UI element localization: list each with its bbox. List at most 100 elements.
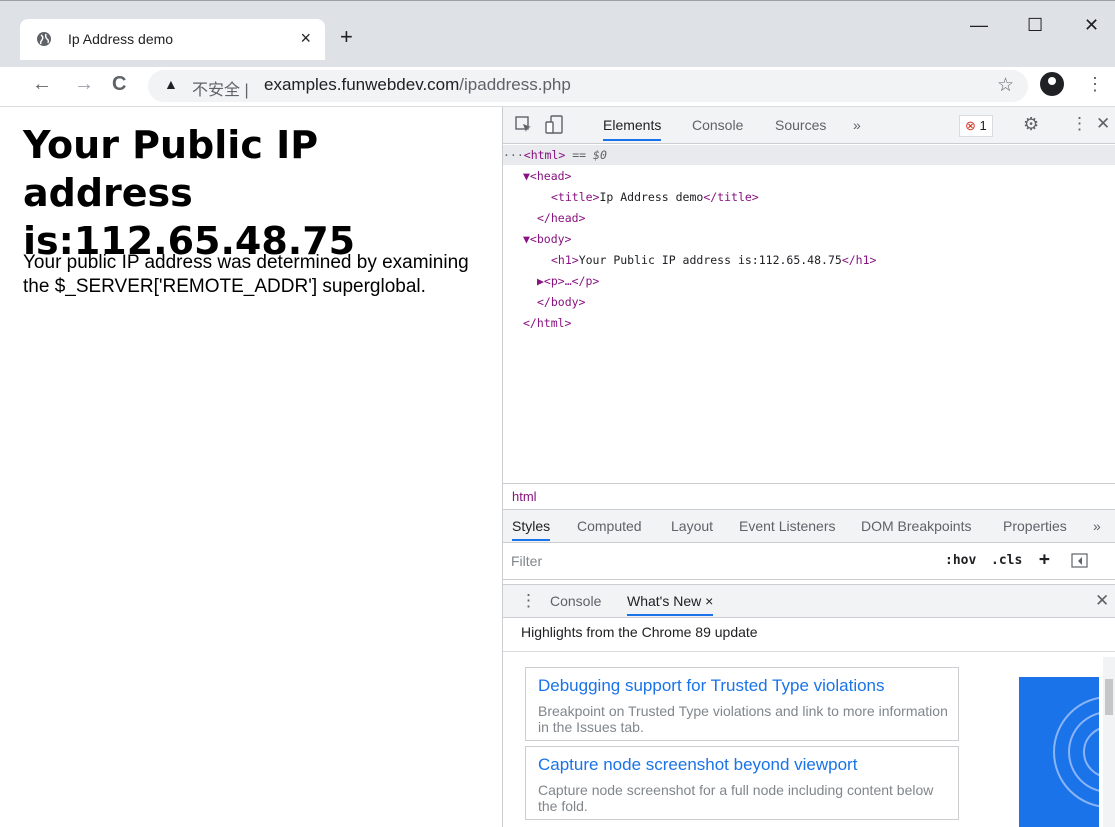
subtab-styles[interactable]: Styles <box>512 518 551 541</box>
dom-tag: ▼<head> <box>523 169 572 183</box>
dom-line-body[interactable]: ▼<body> <box>523 229 571 249</box>
address-bar[interactable]: ▲ 不安全 | examples.funwebdev.com/ipaddress… <box>148 70 1028 102</box>
more-subtabs-icon[interactable]: » <box>1093 518 1101 534</box>
toggle-sidebar-icon[interactable] <box>1071 553 1089 569</box>
warning-icon[interactable]: ▲ <box>164 76 178 92</box>
highlights-heading: Highlights from the Chrome 89 update <box>521 624 758 640</box>
drawer-tabbar: ⋮ Console What's New × ✕ <box>503 584 1115 618</box>
drawer-menu-icon[interactable]: ⋮ <box>520 591 537 611</box>
tab-elements[interactable]: Elements <box>603 117 662 141</box>
promo-graphic <box>1019 677 1099 827</box>
error-count-badge[interactable]: ⊗ 1 <box>959 115 993 137</box>
dom-line-head-close[interactable]: </head> <box>537 208 585 228</box>
browser-toolbar: ← → C ▲ 不安全 | examples.funwebdev.com/ipa… <box>0 67 1115 107</box>
error-count: 1 <box>979 118 987 133</box>
drawer-close-icon[interactable]: ✕ <box>1095 591 1109 611</box>
subtab-computed[interactable]: Computed <box>577 518 642 534</box>
tab-title: Ip Address demo <box>68 31 174 47</box>
dom-tag: </h1> <box>841 253 877 267</box>
tab-sources[interactable]: Sources <box>775 117 826 133</box>
feature-card-title[interactable]: Capture node screenshot beyond viewport <box>538 755 857 775</box>
cls-toggle[interactable]: .cls <box>991 553 1022 568</box>
breadcrumb-html[interactable]: html <box>512 489 537 504</box>
inspect-element-icon[interactable] <box>515 116 533 134</box>
page-paragraph: Your public IP address was determined by… <box>23 252 469 297</box>
dom-tag: ▶<p>…</p> <box>537 274 600 288</box>
tab-close-icon[interactable]: × <box>300 28 311 49</box>
devtools-close-icon[interactable]: ✕ <box>1096 114 1110 134</box>
dom-selected-marker: == $0 <box>565 148 607 162</box>
subtab-dom-breakpoints[interactable]: DOM Breakpoints <box>861 518 971 534</box>
new-style-rule-icon[interactable]: + <box>1039 549 1050 570</box>
dom-text: Ip Address demo <box>599 190 704 204</box>
feature-card[interactable]: Capture node screenshot beyond viewport … <box>525 746 959 820</box>
dom-line-h1[interactable]: <h1>Your Public IP address is:112.65.48.… <box>551 250 876 270</box>
divider <box>503 651 1115 652</box>
drawer-scrollbar[interactable] <box>1103 657 1115 827</box>
styles-filter-bar: Filter :hov .cls + <box>503 543 1115 580</box>
hov-toggle[interactable]: :hov <box>945 553 976 568</box>
new-tab-button[interactable]: + <box>340 26 353 48</box>
browser-window: Ip Address demo × + — ☐ ✕ ← → C ▲ 不安全 | … <box>0 0 1115 827</box>
devtools-panel: Elements Console Sources » ⊗ 1 ⚙ ⋮ ✕ ···… <box>502 107 1115 827</box>
dom-line-title[interactable]: <title>Ip Address demo</title> <box>551 187 759 207</box>
feature-card[interactable]: Debugging support for Trusted Type viola… <box>525 667 959 741</box>
devtools-menu-icon[interactable]: ⋮ <box>1071 114 1088 134</box>
dom-tag: <title> <box>551 190 600 204</box>
browser-menu-icon[interactable]: ⋮ <box>1086 74 1104 95</box>
dom-line-head[interactable]: ▼<head> <box>523 166 571 186</box>
tab-strip: Ip Address demo × + — ☐ ✕ <box>0 0 1115 68</box>
maximize-button[interactable]: ☐ <box>1027 15 1043 36</box>
drawer-tab-console[interactable]: Console <box>550 593 601 609</box>
dom-line-html-close[interactable]: </html> <box>523 313 571 333</box>
tab-console[interactable]: Console <box>692 117 743 133</box>
dom-line-html[interactable]: ···<html> == $0 <box>503 145 1115 165</box>
dom-tree: ···<html> == $0 ▼<head> <title>Ip Addres… <box>503 144 1115 479</box>
settings-gear-icon[interactable]: ⚙ <box>1023 114 1039 135</box>
drawer-tab-close-icon[interactable]: × <box>705 593 713 609</box>
subtab-layout[interactable]: Layout <box>671 518 713 534</box>
drawer-tab-whats-new-label: What's New <box>627 593 702 609</box>
styles-subtabs: Styles Computed Layout Event Listeners D… <box>503 509 1115 543</box>
breadcrumb: html <box>503 483 1115 509</box>
dom-tag: </html> <box>523 316 572 330</box>
dom-line-body-close[interactable]: </body> <box>537 292 585 312</box>
dom-tag: <html> <box>523 148 566 162</box>
forward-button[interactable]: → <box>74 73 94 96</box>
drawer-tab-whats-new[interactable]: What's New × <box>627 593 714 616</box>
devtools-tabbar: Elements Console Sources » ⊗ 1 ⚙ ⋮ ✕ <box>503 107 1115 144</box>
page-viewport: Your Public IP address is:112.65.48.75 Y… <box>0 107 502 827</box>
device-toolbar-icon[interactable] <box>545 115 565 135</box>
dom-line-p[interactable]: ▶<p>…</p> <box>537 271 599 291</box>
minimize-button[interactable]: — <box>970 15 988 36</box>
close-window-button[interactable]: ✕ <box>1084 15 1099 36</box>
filter-input[interactable]: Filter <box>511 553 542 569</box>
dom-tag: </body> <box>537 295 586 309</box>
feature-card-title[interactable]: Debugging support for Trusted Type viola… <box>538 676 885 696</box>
insecure-label: 不安全 | <box>192 82 249 99</box>
browser-tab[interactable]: Ip Address demo × <box>20 19 325 60</box>
error-icon: ⊗ <box>965 118 976 133</box>
scrollbar-thumb[interactable] <box>1105 679 1113 715</box>
globe-icon <box>37 32 51 46</box>
dom-ellipsis: ··· <box>503 148 524 162</box>
dom-tag: </title> <box>703 190 759 204</box>
url-path: /ipaddress.php <box>459 75 571 94</box>
subtab-event-listeners[interactable]: Event Listeners <box>739 518 836 534</box>
feature-card-desc: Capture node screenshot for a full node … <box>538 782 934 814</box>
reload-button[interactable]: C <box>112 73 126 96</box>
feature-card-desc: Breakpoint on Trusted Type violations an… <box>538 703 948 735</box>
dom-text: Your Public IP address is:112.65.48.75 <box>578 253 842 267</box>
url-host: examples.funwebdev.com <box>264 75 460 94</box>
profile-avatar-icon[interactable] <box>1040 72 1064 96</box>
more-tabs-icon[interactable]: » <box>853 117 861 133</box>
url-text[interactable]: examples.funwebdev.com/ipaddress.php <box>264 75 571 95</box>
dom-tag: ▼<body> <box>523 232 572 246</box>
promo-circles-icon <box>1053 696 1099 808</box>
page-heading: Your Public IP address is:112.65.48.75 <box>23 123 356 263</box>
back-button[interactable]: ← <box>32 73 52 96</box>
subtab-properties[interactable]: Properties <box>1003 518 1067 534</box>
dom-tag: </head> <box>537 211 586 225</box>
bookmark-star-icon[interactable]: ☆ <box>997 74 1014 97</box>
whats-new-panel: Highlights from the Chrome 89 update Deb… <box>503 617 1115 827</box>
